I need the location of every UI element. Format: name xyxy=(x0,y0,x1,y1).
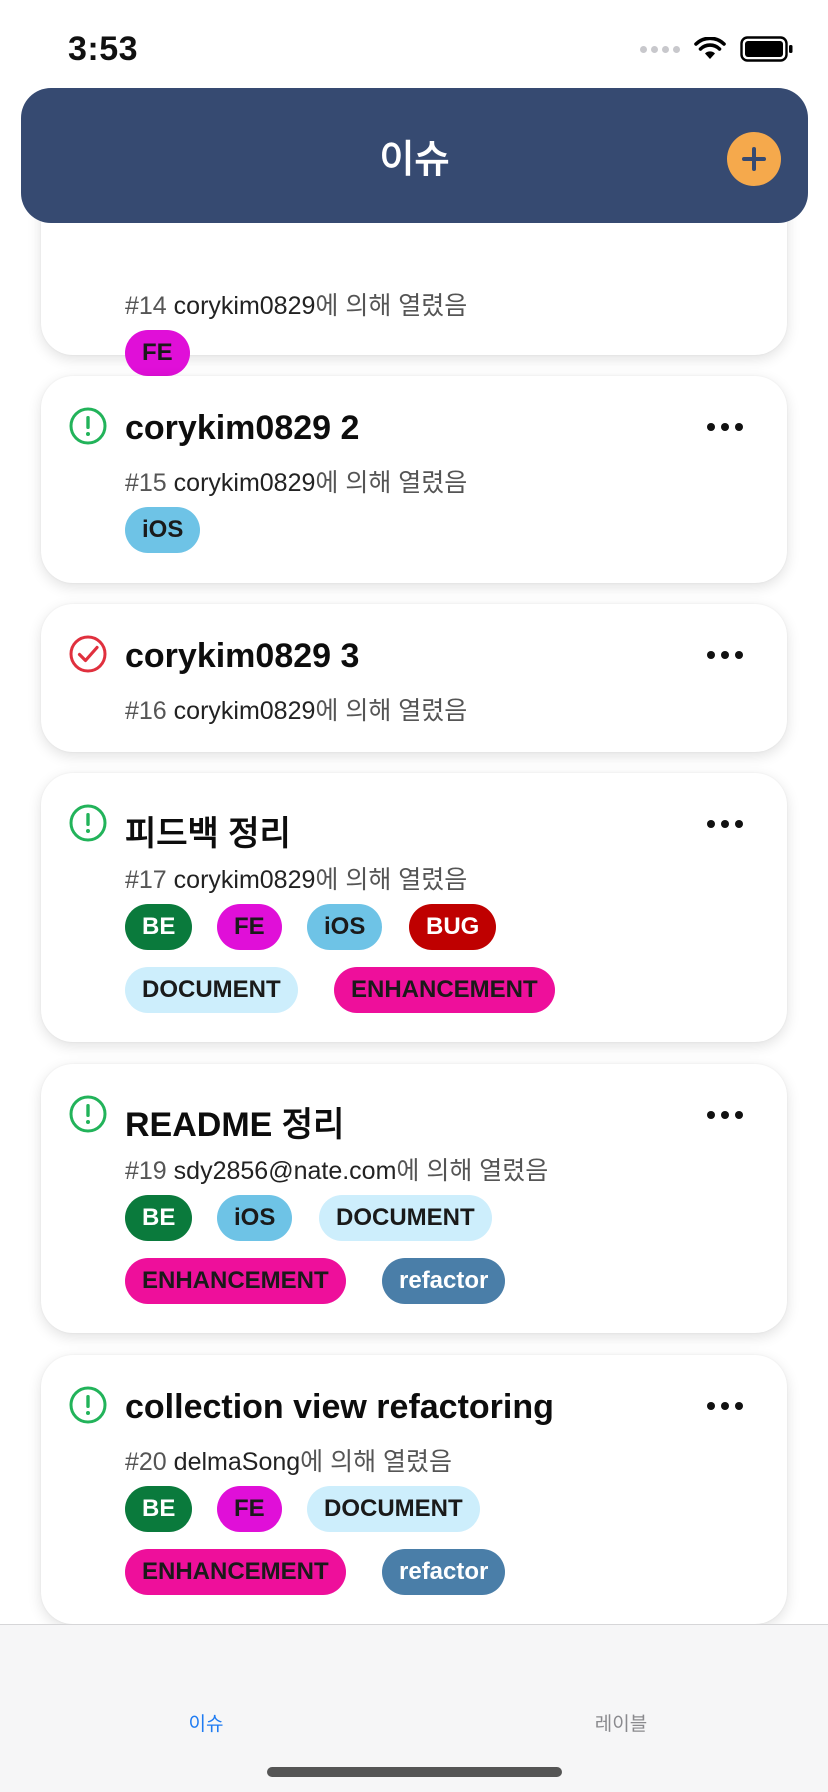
issue-title[interactable]: corykim0829 3 xyxy=(125,637,359,676)
status-indicators xyxy=(640,36,794,62)
issue-number: #14 xyxy=(125,292,167,320)
issue-opened-by-suffix: 에 의해 열렸음 xyxy=(315,866,468,894)
label-badge[interactable]: iOS xyxy=(217,1195,293,1241)
home-indicator[interactable] xyxy=(267,1767,562,1777)
issue-number: #20 xyxy=(125,1448,167,1476)
label-badge[interactable]: iOS xyxy=(307,904,383,950)
issue-number: #16 xyxy=(125,697,167,725)
open-issue-icon xyxy=(69,1386,107,1424)
label-badge[interactable]: BE xyxy=(125,904,193,950)
issue-title[interactable]: 피드백 정리 xyxy=(125,806,291,855)
issue-title[interactable]: README 정리 xyxy=(125,1097,344,1146)
issue-number: #15 xyxy=(125,469,167,497)
more-options-icon[interactable] xyxy=(707,1402,745,1414)
label-badge[interactable]: FE xyxy=(217,904,282,950)
issue-author: corykim0829 xyxy=(173,866,316,894)
issue-card[interactable]: 피드백 정리 #17 corykim0829에 의해 열렸음 BE FE iOS… xyxy=(41,773,787,1042)
issue-author: sdy2856@nate.com xyxy=(173,1157,397,1185)
more-options-icon[interactable] xyxy=(707,820,745,832)
issue-author: corykim0829 xyxy=(173,469,316,497)
tab-labels[interactable]: 레이블 xyxy=(521,1709,721,1736)
issue-card[interactable]: corykim0829 3 #16 corykim0829에 의해 열렸음 xyxy=(41,604,787,752)
issue-title[interactable]: corykim0829 2 xyxy=(125,409,359,448)
issue-meta: #20 delmaSong에 의해 열렸음 xyxy=(125,1442,452,1478)
issue-author: corykim0829 xyxy=(173,292,316,320)
tab-issues[interactable]: 이슈 xyxy=(106,1709,306,1736)
issue-card[interactable]: collection view refactoring #20 delmaSon… xyxy=(41,1355,787,1624)
issue-author: corykim0829 xyxy=(173,697,316,725)
wifi-icon xyxy=(694,37,726,59)
page-title: 이슈 xyxy=(379,139,450,181)
issue-opened-by-suffix: 에 의해 열렸음 xyxy=(315,292,468,320)
label-badge[interactable]: iOS xyxy=(125,507,201,553)
plus-icon xyxy=(742,147,766,171)
issue-opened-by-suffix: 에 의해 열렸음 xyxy=(300,1448,453,1476)
issue-meta: #16 corykim0829에 의해 열렸음 xyxy=(125,691,467,727)
tab-bar: 이슈 레이블 xyxy=(0,1624,828,1792)
issue-author: delmaSong xyxy=(173,1448,301,1476)
issue-meta: #17 corykim0829에 의해 열렸음 xyxy=(125,860,467,896)
label-badge[interactable]: ENHANCEMENT xyxy=(334,967,555,1013)
open-issue-icon xyxy=(69,1095,107,1133)
closed-issue-icon xyxy=(69,635,107,673)
issue-opened-by-suffix: 에 의해 열렸음 xyxy=(315,469,468,497)
add-issue-button[interactable] xyxy=(727,132,781,186)
issue-list[interactable]: #14 corykim0829에 의해 열렸음 FE corykim0829 2… xyxy=(0,90,828,1624)
label-badge[interactable]: BE xyxy=(125,1486,193,1532)
label-badge[interactable]: DOCUMENT xyxy=(125,967,298,1013)
more-options-icon[interactable] xyxy=(707,423,745,435)
issue-meta: #19 sdy2856@nate.com에 의해 열렸음 xyxy=(125,1151,548,1187)
label-badge[interactable]: DOCUMENT xyxy=(307,1486,480,1532)
status-bar: 3:53 xyxy=(0,0,828,90)
label-badge[interactable]: refactor xyxy=(382,1549,506,1595)
label-badge[interactable]: refactor xyxy=(382,1258,506,1304)
cellular-signal-icon xyxy=(640,45,680,53)
issue-number: #19 xyxy=(125,1157,167,1185)
label-badge[interactable]: ENHANCEMENT xyxy=(125,1549,346,1595)
open-issue-icon xyxy=(69,804,107,842)
issue-card[interactable]: corykim0829 2 #15 corykim0829에 의해 열렸음 iO… xyxy=(41,376,787,583)
issue-opened-by-suffix: 에 의해 열렸음 xyxy=(396,1157,549,1185)
open-issue-icon xyxy=(69,407,107,445)
label-badge[interactable]: ENHANCEMENT xyxy=(125,1258,346,1304)
label-badge[interactable]: FE xyxy=(217,1486,282,1532)
battery-icon xyxy=(740,36,793,62)
issue-title[interactable]: collection view refactoring xyxy=(125,1388,554,1427)
issue-number: #17 xyxy=(125,866,167,894)
label-badge[interactable]: BE xyxy=(125,1195,193,1241)
issue-card[interactable]: README 정리 #19 sdy2856@nate.com에 의해 열렸음 B… xyxy=(41,1064,787,1333)
navigation-header: 이슈 xyxy=(21,88,808,223)
issue-meta: #15 corykim0829에 의해 열렸음 xyxy=(125,463,467,499)
label-badge[interactable]: BUG xyxy=(409,904,497,950)
more-options-icon[interactable] xyxy=(707,651,745,663)
more-options-icon[interactable] xyxy=(707,1111,745,1123)
status-time: 3:53 xyxy=(68,30,139,68)
label-badge[interactable]: FE xyxy=(125,330,190,376)
label-badge[interactable]: DOCUMENT xyxy=(319,1195,492,1241)
issue-meta: #14 corykim0829에 의해 열렸음 xyxy=(125,286,467,322)
issue-opened-by-suffix: 에 의해 열렸음 xyxy=(315,697,468,725)
